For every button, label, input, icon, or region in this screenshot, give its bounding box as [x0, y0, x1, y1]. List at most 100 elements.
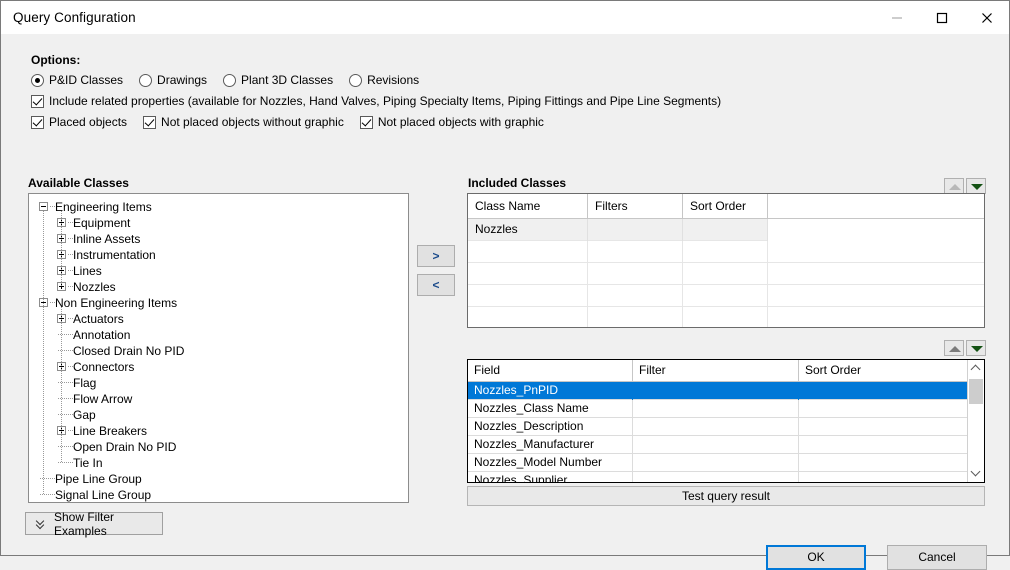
- checkbox-label: Not placed objects with graphic: [377, 115, 544, 129]
- cell-filler: [768, 285, 984, 307]
- table-row[interactable]: [468, 241, 984, 263]
- table-row[interactable]: Nozzles_Class Name: [468, 400, 967, 418]
- fields-grid[interactable]: Field Filter Sort Order Nozzles_PnPID No…: [467, 359, 985, 483]
- tree-item-instrumentation[interactable]: Instrumentation: [29, 247, 408, 263]
- cell-sort-order[interactable]: [799, 382, 967, 400]
- included-classes-grid[interactable]: Class Name Filters Sort Order Nozzles: [467, 193, 985, 328]
- tree-item-annotation[interactable]: Annotation: [29, 327, 408, 343]
- show-filter-examples-button[interactable]: Show Filter Examples: [25, 510, 163, 538]
- cell-filter[interactable]: [633, 454, 799, 472]
- tree-item-pipe-line-group[interactable]: Pipe Line Group: [29, 471, 408, 487]
- radio-drawings[interactable]: Drawings: [139, 73, 207, 87]
- checkbox-not-placed-with-graphic[interactable]: Not placed objects with graphic: [359, 115, 544, 129]
- tree-item-inline-assets[interactable]: Inline Assets: [29, 231, 408, 247]
- fields-scrollbar[interactable]: [967, 360, 984, 482]
- scroll-down-button[interactable]: [968, 465, 984, 482]
- tree-item-engineering-items[interactable]: Engineering Items: [29, 199, 408, 215]
- radio-revisions[interactable]: Revisions: [349, 73, 419, 87]
- options-section: Options: P&ID Classes Drawings Plant 3D …: [31, 53, 737, 136]
- tree-item-label: Flag: [73, 376, 97, 390]
- radio-pid-classes[interactable]: P&ID Classes: [31, 73, 123, 87]
- column-header-filter[interactable]: Filter: [633, 360, 799, 382]
- scrollbar-thumb[interactable]: [969, 379, 983, 404]
- tree-connector: [40, 478, 49, 479]
- included-move-up-button[interactable]: [944, 178, 964, 194]
- cell-field: Nozzles_Supplier: [468, 472, 633, 482]
- cell-sort-order[interactable]: [799, 418, 967, 436]
- cell-filter[interactable]: [633, 382, 799, 400]
- tree-item-gap[interactable]: Gap: [29, 407, 408, 423]
- cell-filler: [768, 307, 984, 327]
- tree-item-signal-line-group[interactable]: Signal Line Group: [29, 487, 408, 502]
- included-move-down-button[interactable]: [966, 178, 986, 194]
- options-heading: Options:: [31, 53, 81, 67]
- tree-item-label: Closed Drain No PID: [73, 344, 185, 358]
- table-row[interactable]: [468, 263, 984, 285]
- cell-sort-order: [683, 219, 768, 241]
- table-row[interactable]: Nozzles_Model Number: [468, 454, 967, 472]
- tree-item-open-drain-no-pid[interactable]: Open Drain No PID: [29, 439, 408, 455]
- cell-sort-order[interactable]: [799, 436, 967, 454]
- minimize-button[interactable]: [874, 1, 919, 34]
- checkbox-not-placed-without-graphic[interactable]: Not placed objects without graphic: [143, 115, 344, 129]
- tree-connector: [58, 334, 67, 335]
- field-move-up-button[interactable]: [944, 340, 964, 356]
- include-related-row: Include related properties (available fo…: [31, 94, 737, 108]
- table-row[interactable]: [468, 307, 984, 327]
- tree-item-equipment[interactable]: Equipment: [29, 215, 408, 231]
- tree-item-label: Connectors: [73, 360, 135, 374]
- tree-item-actuators[interactable]: Actuators: [29, 311, 408, 327]
- table-row[interactable]: [468, 285, 984, 307]
- tree-item-nozzles[interactable]: Nozzles: [29, 279, 408, 295]
- maximize-button[interactable]: [919, 1, 964, 34]
- cell-sort-order: [683, 263, 768, 285]
- add-class-button[interactable]: >: [417, 245, 455, 267]
- tree-item-flow-arrow[interactable]: Flow Arrow: [29, 391, 408, 407]
- cell-sort-order[interactable]: [799, 472, 967, 482]
- column-header-sort-order[interactable]: Sort Order: [799, 360, 967, 382]
- cell-sort-order[interactable]: [799, 454, 967, 472]
- table-row[interactable]: Nozzles_Description: [468, 418, 967, 436]
- cell-filters: [588, 241, 683, 263]
- cell-filter[interactable]: [633, 418, 799, 436]
- table-row[interactable]: Nozzles_Manufacturer: [468, 436, 967, 454]
- tree-item-label: Gap: [73, 408, 96, 422]
- tree-item-closed-drain-no-pid[interactable]: Closed Drain No PID: [29, 343, 408, 359]
- column-header-sort-order[interactable]: Sort Order: [683, 194, 768, 219]
- field-move-down-button[interactable]: [966, 340, 986, 356]
- table-row[interactable]: Nozzles: [468, 219, 984, 241]
- table-row[interactable]: Nozzles_PnPID: [468, 382, 967, 400]
- tree-item-connectors[interactable]: Connectors: [29, 359, 408, 375]
- checkbox-include-related-properties[interactable]: Include related properties (available fo…: [31, 94, 721, 108]
- radio-label: Drawings: [157, 73, 208, 87]
- scroll-up-button[interactable]: [968, 360, 984, 377]
- tree-item-label: Nozzles: [73, 280, 116, 294]
- tree-item-tie-in[interactable]: Tie In: [29, 455, 408, 471]
- cell-filter[interactable]: [633, 436, 799, 454]
- available-classes-tree[interactable]: Engineering Items Equipment Inline Assets I…: [28, 193, 409, 503]
- cell-sort-order[interactable]: [799, 400, 967, 418]
- tree-item-flag[interactable]: Flag: [29, 375, 408, 391]
- checkbox-placed-objects[interactable]: Placed objects: [31, 115, 127, 129]
- column-header-filters[interactable]: Filters: [588, 194, 683, 219]
- cell-filter[interactable]: [633, 472, 799, 482]
- close-button[interactable]: [964, 1, 1009, 34]
- column-header-field[interactable]: Field: [468, 360, 633, 382]
- close-icon: [981, 12, 992, 23]
- tree-item-label: Non Engineering Items: [55, 296, 178, 310]
- cancel-button[interactable]: Cancel: [887, 545, 987, 570]
- ok-button[interactable]: OK: [766, 545, 866, 570]
- tree-item-non-engineering-items[interactable]: Non Engineering Items: [29, 295, 408, 311]
- tree-item-label: Equipment: [73, 216, 131, 230]
- checkbox-label: Include related properties (available fo…: [49, 94, 722, 108]
- column-header-class-name[interactable]: Class Name: [468, 194, 588, 219]
- cell-filter[interactable]: [633, 400, 799, 418]
- collapse-icon[interactable]: [39, 202, 48, 211]
- remove-class-button[interactable]: <: [417, 274, 455, 296]
- radio-plant-3d-classes[interactable]: Plant 3D Classes: [223, 73, 333, 87]
- table-row[interactable]: Nozzles_Supplier: [468, 472, 967, 482]
- tree-item-line-breakers[interactable]: Line Breakers: [29, 423, 408, 439]
- tree-item-lines[interactable]: Lines: [29, 263, 408, 279]
- minimize-icon: [891, 17, 902, 18]
- test-query-result-button[interactable]: Test query result: [467, 486, 985, 506]
